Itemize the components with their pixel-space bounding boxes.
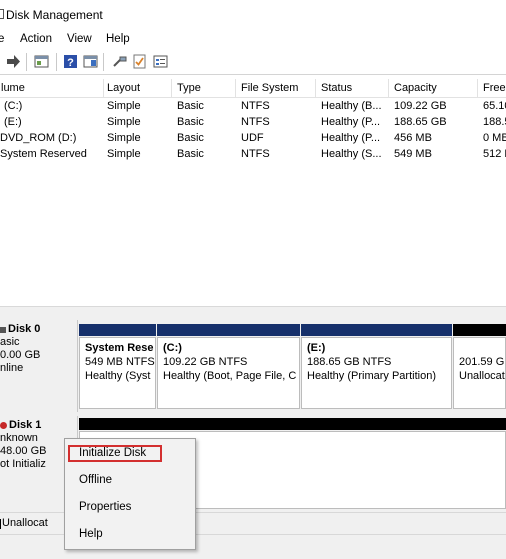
disk1-name: Disk 1 xyxy=(9,419,42,431)
partition-bar-e xyxy=(301,324,452,336)
column-header-capacity[interactable]: Capacity xyxy=(389,79,478,97)
cell-capacity: 456 MB xyxy=(394,132,432,144)
cell-type: Basic xyxy=(177,132,204,144)
forward-arrow-icon[interactable] xyxy=(6,54,21,69)
connect-icon[interactable] xyxy=(112,54,127,69)
column-header-status[interactable]: Status xyxy=(316,79,389,97)
cell-layout: Simple xyxy=(107,100,141,112)
context-menu: Initialize Disk Offline Properties Help xyxy=(64,438,196,550)
cell-volume: DVD_ROM (D:) xyxy=(0,132,77,144)
legend-unallocated: Unallocat xyxy=(2,517,48,529)
cell-file-system: NTFS xyxy=(241,100,270,112)
cell-type: Basic xyxy=(177,148,204,160)
disk0-label[interactable]: Disk 0 asic 0.00 GB nline xyxy=(0,320,78,412)
cell-capacity: 188.65 GB xyxy=(394,116,447,128)
partition-status: Healthy (Syst xyxy=(85,370,151,382)
cell-type: Basic xyxy=(177,100,204,112)
cell-layout: Simple xyxy=(107,148,141,160)
menu-action[interactable]: Action xyxy=(20,33,52,45)
column-header-file-system[interactable]: File System xyxy=(236,79,316,97)
partition-detail: 188.65 GB NTFS xyxy=(307,356,392,368)
properties-icon[interactable] xyxy=(153,54,168,69)
cell-status: Healthy (P... xyxy=(321,116,381,128)
partition-status: Healthy (Primary Partition) xyxy=(307,370,436,382)
volume-table-header: lume Layout Type File System Status Capa… xyxy=(0,79,506,98)
cell-status: Healthy (S... xyxy=(321,148,382,160)
cell-file-system: NTFS xyxy=(241,116,270,128)
svg-text:?: ? xyxy=(67,57,74,69)
cell-layout: Simple xyxy=(107,116,141,128)
menu-item-help[interactable]: Help xyxy=(79,528,103,540)
partition-name: (E:) xyxy=(307,342,326,354)
column-header-volume[interactable]: lume xyxy=(0,79,104,97)
toolbar: ? xyxy=(0,50,506,75)
disk0-name: Disk 0 xyxy=(8,323,41,335)
partition-status: Healthy (Boot, Page File, C xyxy=(163,370,297,382)
partition-bar-system-reserved xyxy=(79,324,156,336)
disk0-size: 0.00 GB xyxy=(0,349,41,361)
disk1-unallocated-bar xyxy=(79,418,506,430)
menu-view[interactable]: View xyxy=(67,33,92,45)
cell-volume: (E:) xyxy=(4,116,22,128)
unallocated-legend-swatch xyxy=(0,519,1,529)
checklist-icon[interactable] xyxy=(132,54,147,69)
cell-free: 512 M xyxy=(483,148,506,160)
window-title: Disk Management xyxy=(6,8,103,22)
partition-name xyxy=(459,341,505,355)
partition-system-reserved[interactable]: System Rese 549 MB NTFS Healthy (Syst xyxy=(79,337,156,409)
partition-c[interactable]: (C:) 109.22 GB NTFS Healthy (Boot, Page … xyxy=(157,337,300,409)
table-row[interactable]: (E:) Simple Basic NTFS Healthy (P... 188… xyxy=(0,114,506,130)
menu-item-properties[interactable]: Properties xyxy=(79,501,131,513)
menu-item-offline[interactable]: Offline xyxy=(79,474,112,486)
toolbar-separator xyxy=(103,53,104,71)
cell-capacity: 549 MB xyxy=(394,148,432,160)
partition-name: (C:) xyxy=(163,342,182,354)
cell-free: 188.5 xyxy=(483,116,506,128)
disk0-type: asic xyxy=(0,336,20,348)
column-header-free[interactable]: Free xyxy=(478,79,506,97)
cell-layout: Simple xyxy=(107,132,141,144)
cell-volume: (C:) xyxy=(4,100,23,112)
menu-help[interactable]: Help xyxy=(106,33,130,45)
toolbar-separator xyxy=(26,53,27,71)
cell-status: Healthy (B... xyxy=(321,100,382,112)
partition-detail: 549 MB NTFS xyxy=(85,356,155,368)
partition-bar-c xyxy=(157,324,300,336)
console-icon[interactable] xyxy=(34,54,49,69)
toolbar-separator xyxy=(56,53,57,71)
partition-e[interactable]: (E:) 188.65 GB NTFS Healthy (Primary Par… xyxy=(301,337,452,409)
menu-bar: e Action View Help xyxy=(0,30,506,50)
disk-error-icon xyxy=(0,422,7,429)
partition-detail: 109.22 GB NTFS xyxy=(163,356,248,368)
table-row[interactable]: (C:) Simple Basic NTFS Healthy (B... 109… xyxy=(0,98,506,114)
partition-detail: 201.59 GB xyxy=(459,356,505,368)
table-row[interactable]: System Reserved Simple Basic NTFS Health… xyxy=(0,146,506,162)
partition-name: System Rese xyxy=(85,342,154,354)
cell-file-system: NTFS xyxy=(241,148,270,160)
cell-capacity: 109.22 GB xyxy=(394,100,447,112)
column-header-layout[interactable]: Layout xyxy=(102,79,172,97)
partition-bar-unallocated xyxy=(453,324,506,336)
title-bar: Disk Management xyxy=(0,0,506,28)
disk0-state: nline xyxy=(0,362,24,374)
cell-type: Basic xyxy=(177,116,204,128)
cell-status: Healthy (P... xyxy=(321,132,381,144)
disk-icon xyxy=(0,326,6,333)
cell-free: 0 MB xyxy=(483,132,506,144)
partition-status: Unallocat xyxy=(459,370,505,382)
cell-free: 65.10 xyxy=(483,100,506,112)
menu-item-initialize-disk[interactable]: Initialize Disk xyxy=(79,447,146,459)
cell-file-system: UDF xyxy=(241,132,264,144)
cell-volume: System Reserved xyxy=(0,148,87,160)
menu-file[interactable]: e xyxy=(0,33,4,45)
partition-unallocated[interactable]: 201.59 GB Unallocat xyxy=(453,337,506,409)
table-row[interactable]: DVD_ROM (D:) Simple Basic UDF Healthy (P… xyxy=(0,130,506,146)
help-icon[interactable]: ? xyxy=(63,54,78,69)
show-hide-icon[interactable] xyxy=(83,54,98,69)
app-icon xyxy=(0,9,4,19)
column-header-type[interactable]: Type xyxy=(172,79,236,97)
